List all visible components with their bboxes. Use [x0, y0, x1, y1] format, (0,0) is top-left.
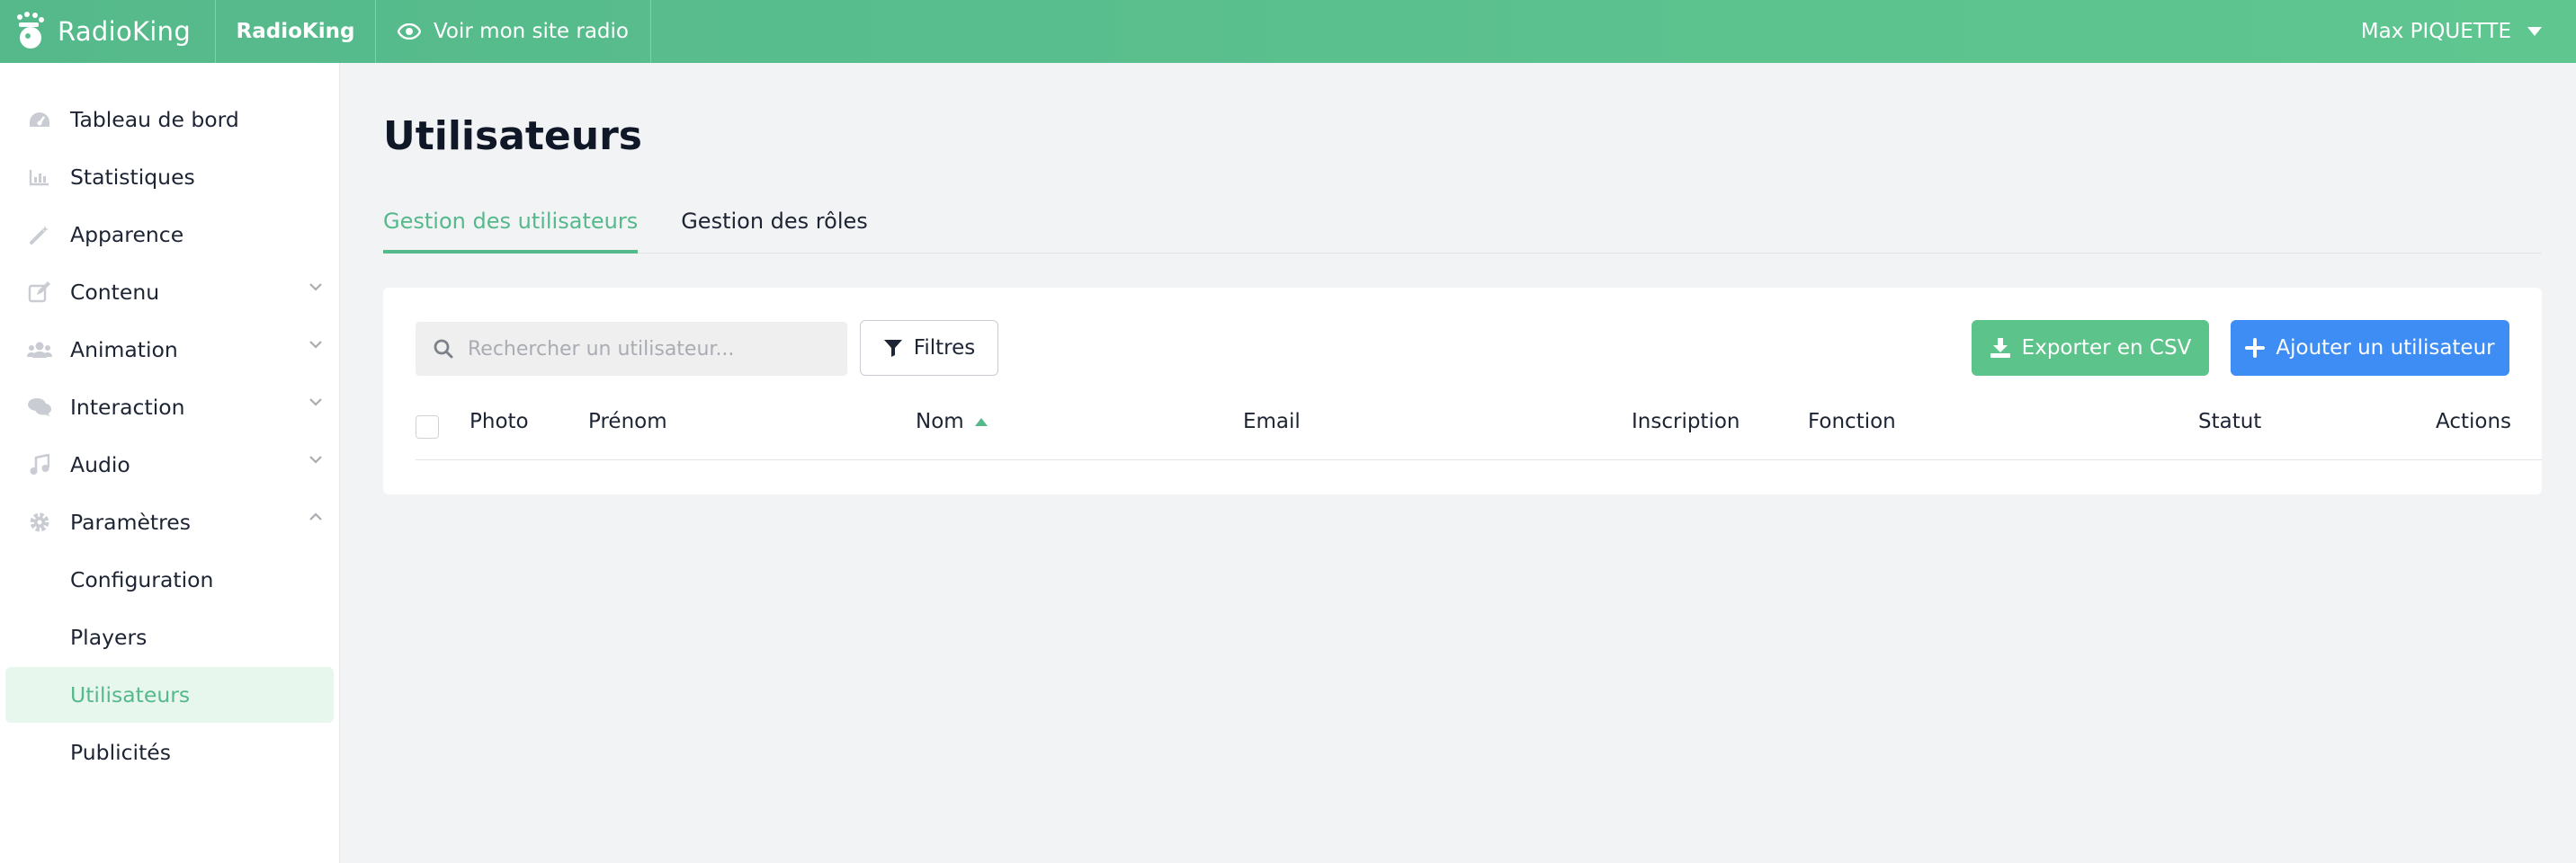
gear-icon: [27, 510, 52, 535]
search-icon: [434, 339, 453, 359]
column-label: Fonction: [1808, 410, 1896, 433]
column-label: Photo: [470, 410, 529, 433]
edit-icon: [27, 280, 52, 305]
sort-ascending-icon: [974, 417, 988, 426]
search-box[interactable]: [416, 322, 847, 376]
chevron-down-icon: [309, 456, 322, 464]
user-menu[interactable]: Max PIQUETTE: [2361, 0, 2542, 63]
column-header-actions: Actions: [2436, 410, 2511, 433]
view-site-label: Voir mon site radio: [433, 20, 629, 43]
sidebar-item-label: Paramètres: [70, 510, 191, 535]
filters-label: Filtres: [913, 336, 976, 360]
chevron-up-icon: [309, 512, 322, 520]
column-header-statut[interactable]: Statut: [2198, 410, 2261, 433]
column-label: Email: [1243, 410, 1301, 433]
tab-gestion-utilisateurs[interactable]: Gestion des utilisateurs: [383, 203, 639, 254]
column-header-fonction[interactable]: Fonction: [1808, 410, 1896, 433]
sidebar-item-audio[interactable]: Audio: [5, 437, 334, 493]
column-label: Prénom: [588, 410, 667, 433]
sidebar-subitem-publicites[interactable]: Publicités: [5, 725, 334, 780]
sidebar-item-animation[interactable]: Animation: [5, 322, 334, 378]
users-table-card: Filtres Exporter en CSV Ajouter un utili…: [383, 288, 2542, 494]
logo[interactable]: RadioKing: [0, 0, 216, 63]
sidebar-item-label: Tableau de bord: [70, 107, 239, 132]
sidebar-item-label: Statistiques: [70, 165, 195, 190]
filter-icon: [883, 340, 902, 357]
users-icon: [27, 337, 52, 362]
sidebar-item-label: Apparence: [70, 222, 184, 247]
tab-gestion-roles[interactable]: Gestion des rôles: [681, 203, 868, 254]
column-header-email[interactable]: Email: [1243, 410, 1301, 433]
column-header-nom[interactable]: Nom: [916, 410, 988, 433]
comments-icon: [27, 395, 52, 420]
site-name[interactable]: RadioKing: [216, 0, 376, 63]
plus-icon: [2245, 338, 2266, 358]
chevron-down-icon: [309, 398, 322, 406]
select-all-checkbox[interactable]: [416, 415, 439, 439]
sidebar-item-label: Interaction: [70, 395, 185, 420]
column-label: Actions: [2436, 410, 2512, 433]
filters-button[interactable]: Filtres: [860, 320, 998, 376]
magic-wand-icon: [27, 222, 52, 247]
sidebar-subitem-configuration[interactable]: Configuration: [5, 552, 334, 608]
sidebar-item-contenu[interactable]: Contenu: [5, 264, 334, 320]
search-input[interactable]: [468, 337, 845, 360]
column-label: Nom: [916, 410, 964, 433]
column-header-prenom[interactable]: Prénom: [588, 410, 667, 433]
main-content: Utilisateurs Gestion des utilisateurs Ge…: [340, 63, 2576, 863]
chart-icon: [27, 165, 52, 190]
sidebar-item-tableau-de-bord[interactable]: Tableau de bord: [5, 92, 334, 147]
chevron-down-icon: [309, 341, 322, 349]
add-user-button[interactable]: Ajouter un utilisateur: [2231, 320, 2509, 376]
sidebar-subitem-players[interactable]: Players: [5, 609, 334, 665]
top-bar: RadioKing RadioKing Voir mon site radio …: [0, 0, 2576, 63]
tab-bar: Gestion des utilisateurs Gestion des rôl…: [383, 203, 2542, 254]
sidebar-item-label: Contenu: [70, 280, 160, 305]
eye-icon: [397, 23, 421, 40]
sidebar-item-parametres[interactable]: Paramètres: [5, 494, 334, 550]
column-label: Statut: [2198, 410, 2262, 433]
sidebar: Tableau de bord Statistiques Apparence C…: [0, 63, 340, 863]
sidebar-item-label: Audio: [70, 452, 130, 477]
download-icon: [1990, 338, 2010, 358]
user-name: Max PIQUETTE: [2360, 20, 2511, 43]
view-site-link[interactable]: Voir mon site radio: [376, 0, 651, 63]
dashboard-icon: [27, 107, 52, 132]
chevron-down-icon: [309, 283, 322, 291]
column-header-inscription[interactable]: Inscription: [1632, 410, 1740, 433]
column-label: Inscription: [1632, 410, 1740, 433]
caret-down-icon: [2527, 27, 2542, 36]
logo-text: RadioKing: [58, 16, 192, 47]
page-title: Utilisateurs: [383, 113, 642, 159]
sidebar-subitem-utilisateurs[interactable]: Utilisateurs: [5, 667, 334, 723]
sidebar-item-label: Animation: [70, 337, 178, 362]
crown-logo-icon: [17, 12, 44, 49]
music-icon: [27, 452, 52, 477]
table-header: Photo Prénom Nom Email Inscription Fonct…: [416, 392, 2542, 460]
sidebar-item-interaction[interactable]: Interaction: [5, 379, 334, 435]
column-header-photo: Photo: [470, 410, 529, 433]
export-csv-label: Exporter en CSV: [2021, 336, 2192, 360]
sidebar-item-statistiques[interactable]: Statistiques: [5, 149, 334, 205]
add-user-label: Ajouter un utilisateur: [2276, 336, 2495, 360]
sidebar-item-apparence[interactable]: Apparence: [5, 207, 334, 262]
export-csv-button[interactable]: Exporter en CSV: [1972, 320, 2209, 376]
